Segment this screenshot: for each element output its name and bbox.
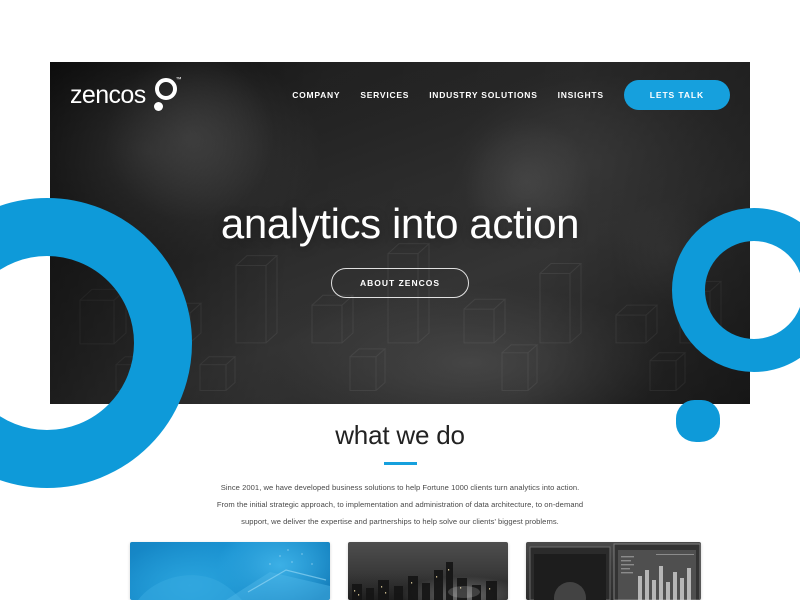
card-blue-tablet[interactable] — [130, 542, 330, 600]
logo-ring-icon — [154, 78, 177, 100]
lets-talk-button[interactable]: LETS TALK — [623, 80, 730, 110]
main-navigation: COMPANY SERVICES INDUSTRY SOLUTIONS INSI… — [292, 80, 730, 110]
nav-item-services[interactable]: SERVICES — [360, 90, 409, 100]
what-we-do-section: what we do Since 2001, we have developed… — [0, 420, 800, 531]
card-city-skyline-artwork — [352, 562, 497, 600]
hero-content: analytics into action ABOUT ZENCOS — [50, 200, 750, 299]
nav-item-industry-solutions[interactable]: INDUSTRY SOLUTIONS — [429, 90, 537, 100]
nav-item-insights[interactable]: INSIGHTS — [558, 90, 604, 100]
hero-section: zencos ™ COMPANY SERVICES INDUSTRY SOLUT… — [50, 62, 750, 404]
brand-wordmark: zencos — [70, 80, 146, 109]
what-we-do-title: what we do — [335, 420, 465, 450]
section-underline-rule — [383, 462, 417, 465]
card-blue-tablet-artwork — [138, 549, 330, 600]
paragraph-line: support, we deliver the expertise and pa… — [241, 516, 559, 526]
what-we-do-paragraph: Since 2001, we have developed business s… — [185, 480, 615, 531]
about-zencos-button[interactable]: ABOUT ZENCOS — [331, 268, 469, 299]
site-header: zencos ™ COMPANY SERVICES INDUSTRY SOLUT… — [50, 62, 750, 128]
zencos-ring-dot-logo-icon: ™ — [151, 77, 183, 113]
hero-headline: analytics into action — [220, 200, 580, 247]
service-cards-row — [50, 542, 750, 600]
paragraph-line: From the initial strategic approach, to … — [216, 499, 584, 509]
paragraph-line: Since 2001, we have developed business s… — [220, 483, 580, 492]
logo-dot-icon — [153, 102, 163, 111]
card-monitor-charts[interactable] — [526, 542, 701, 600]
page-root: zencos ™ COMPANY SERVICES INDUSTRY SOLUT… — [0, 0, 800, 600]
brand-logo[interactable]: zencos ™ — [70, 77, 183, 113]
card-city-skyline[interactable] — [348, 542, 508, 600]
nav-item-company[interactable]: COMPANY — [292, 90, 340, 100]
card-monitor-charts-artwork — [529, 543, 701, 600]
trademark-icon: ™ — [175, 77, 182, 83]
